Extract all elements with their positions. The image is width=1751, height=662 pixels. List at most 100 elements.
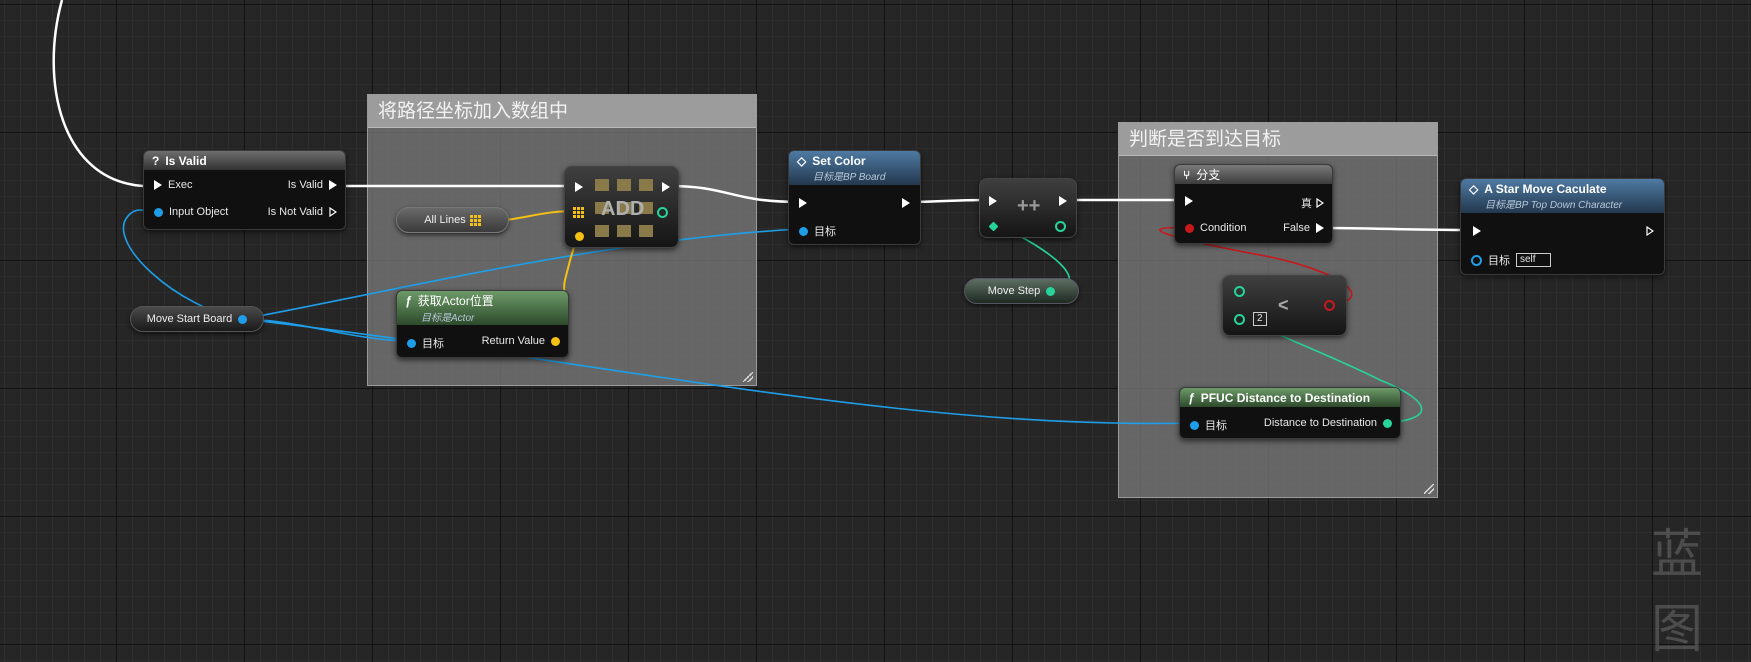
target-pin[interactable]: 目标 bbox=[799, 223, 836, 239]
node-header: ⑂ 分支 bbox=[1175, 165, 1332, 184]
increment-node[interactable]: ++ bbox=[979, 178, 1077, 238]
variable-label: All Lines bbox=[424, 214, 466, 226]
add-array-node[interactable]: ADD bbox=[564, 166, 679, 248]
resize-handle-icon[interactable] bbox=[1424, 484, 1434, 494]
pin-label: Is Valid bbox=[287, 179, 323, 191]
node-header: ƒ PFUC Distance to Destination bbox=[1180, 388, 1400, 407]
node-title: Is Valid bbox=[165, 153, 207, 168]
pin-label: 目标 bbox=[422, 338, 444, 350]
bool-pin-icon[interactable] bbox=[1185, 223, 1194, 233]
pfuc-distance-node[interactable]: ƒ PFUC Distance to Destination 目标 Distan… bbox=[1179, 387, 1401, 439]
wires-layer bbox=[52, 0, 1475, 425]
node-subtitle: 目标是BP Top Down Character bbox=[1485, 199, 1623, 211]
integer-out-pin-icon[interactable] bbox=[1055, 221, 1066, 232]
object-pin-icon[interactable] bbox=[799, 226, 808, 236]
target-pin[interactable]: 目标 self bbox=[1471, 252, 1551, 268]
node-header: ƒ 获取Actor位置 目标是Actor bbox=[397, 291, 568, 325]
pin-label: Distance to Destination bbox=[1263, 417, 1377, 429]
pin-label: 目标 bbox=[1488, 255, 1510, 267]
float-pin-icon[interactable] bbox=[1383, 418, 1392, 428]
target-pin[interactable]: 目标 bbox=[407, 335, 444, 351]
self-value-input[interactable]: self bbox=[1516, 253, 1551, 267]
object-pin-icon[interactable] bbox=[154, 207, 163, 217]
exec-out-pin-icon[interactable] bbox=[1059, 196, 1067, 206]
comment-title[interactable]: 判断是否到达目标 bbox=[1119, 123, 1437, 156]
vector-in-pin-icon[interactable] bbox=[575, 232, 584, 241]
pin-label: Input Object bbox=[169, 206, 229, 218]
is-valid-out-pin[interactable]: Is Valid bbox=[288, 179, 337, 191]
node-title: Set Color bbox=[812, 153, 866, 168]
branch-node[interactable]: ⑂ 分支 真 Condition False bbox=[1174, 164, 1333, 244]
integer-in-pin-icon[interactable] bbox=[1234, 314, 1245, 325]
array-in-pin-icon[interactable] bbox=[573, 207, 584, 218]
condition-pin[interactable]: Condition bbox=[1185, 222, 1246, 234]
all-lines-variable[interactable]: All Lines bbox=[396, 207, 509, 233]
integer-in-pin-icon[interactable] bbox=[988, 221, 999, 232]
exec-in-pin-icon[interactable] bbox=[575, 182, 583, 192]
exec-hollow-pin-icon[interactable] bbox=[1316, 197, 1325, 209]
input-object-pin[interactable]: Input Object bbox=[154, 206, 228, 218]
set-color-node[interactable]: ◇ Set Color 目标是BP Board 目标 bbox=[788, 150, 921, 245]
node-header: ◇ A Star Move Caculate 目标是BP Top Down Ch… bbox=[1461, 179, 1664, 213]
a-star-move-node[interactable]: ◇ A Star Move Caculate 目标是BP Top Down Ch… bbox=[1460, 178, 1665, 275]
increment-label: ++ bbox=[1017, 195, 1041, 217]
exec-pin-icon[interactable] bbox=[1316, 223, 1324, 233]
pin-label: Exec bbox=[168, 179, 193, 191]
pin-label: Is Not Valid bbox=[267, 206, 323, 218]
exec-pin-icon[interactable] bbox=[329, 180, 337, 190]
exec-in-pin-icon[interactable] bbox=[1185, 196, 1193, 206]
exec-in-pin-icon[interactable] bbox=[989, 196, 997, 206]
distance-out-pin[interactable]: Distance to Destination bbox=[1264, 417, 1392, 429]
bool-out-pin-icon[interactable] bbox=[1324, 300, 1335, 311]
resize-handle-icon[interactable] bbox=[743, 372, 753, 382]
integer-pin-icon[interactable] bbox=[1046, 286, 1056, 296]
node-subtitle: 目标是BP Board bbox=[813, 171, 886, 183]
node-title: 获取Actor位置 bbox=[417, 294, 494, 308]
watermark: 蓝图 bbox=[1651, 525, 1708, 660]
move-step-variable[interactable]: Move Step bbox=[964, 278, 1079, 304]
true-out-pin[interactable]: 真 bbox=[1301, 195, 1325, 211]
exec-out-pin-icon[interactable] bbox=[902, 198, 910, 208]
object-pin-icon[interactable] bbox=[407, 338, 416, 348]
exec-in-pin-icon[interactable] bbox=[1473, 226, 1481, 236]
move-start-board-variable[interactable]: Move Start Board bbox=[130, 306, 264, 332]
literal-value-input[interactable]: 2 bbox=[1253, 312, 1267, 326]
integer-in-pin-icon[interactable] bbox=[1234, 286, 1245, 297]
node-header: ◇ Set Color 目标是BP Board bbox=[789, 151, 920, 185]
integer-out-pin-icon[interactable] bbox=[657, 207, 668, 218]
variable-label: Move Step bbox=[987, 285, 1041, 297]
node-subtitle: 目标是Actor bbox=[421, 313, 475, 324]
node-header: ? Is Valid bbox=[144, 151, 345, 170]
less-than-label: < bbox=[1278, 295, 1289, 315]
pin-label: False bbox=[1283, 222, 1310, 234]
vector-pin-icon[interactable] bbox=[551, 336, 560, 346]
object-pin-icon[interactable] bbox=[1190, 420, 1199, 430]
array-pin-icon[interactable] bbox=[469, 214, 481, 226]
exec-pin-icon[interactable] bbox=[154, 180, 162, 190]
is-valid-node[interactable]: ? Is Valid Exec Is Valid Input Object Is… bbox=[143, 150, 346, 230]
event-diamond-icon: ◇ bbox=[797, 153, 807, 168]
object-pin-icon[interactable] bbox=[1471, 254, 1482, 266]
pin-label: Condition bbox=[1200, 222, 1247, 234]
pin-label: 目标 bbox=[814, 226, 836, 238]
exec-hollow-pin-icon[interactable] bbox=[1646, 225, 1655, 237]
false-out-pin[interactable]: False bbox=[1283, 222, 1324, 234]
exec-in-pin[interactable]: Exec bbox=[154, 179, 192, 191]
pin-label: 真 bbox=[1301, 198, 1312, 210]
function-icon: ƒ bbox=[1188, 390, 1195, 405]
node-title: A Star Move Caculate bbox=[1484, 181, 1607, 196]
exec-in-pin-icon[interactable] bbox=[799, 198, 807, 208]
comment-title[interactable]: 将路径坐标加入数组中 bbox=[368, 95, 756, 128]
node-title: PFUC Distance to Destination bbox=[1200, 390, 1371, 405]
target-pin[interactable]: 目标 bbox=[1190, 417, 1227, 433]
object-pin-icon[interactable] bbox=[238, 314, 248, 324]
function-icon: ƒ bbox=[405, 293, 412, 308]
question-icon: ? bbox=[152, 153, 160, 168]
branch-icon: ⑂ bbox=[1183, 167, 1191, 182]
less-than-node[interactable]: 2 < bbox=[1222, 275, 1347, 336]
get-actor-location-node[interactable]: ƒ 获取Actor位置 目标是Actor 目标 Return Value bbox=[396, 290, 569, 358]
exec-out-pin-icon[interactable] bbox=[662, 182, 670, 192]
is-not-valid-out-pin[interactable]: Is Not Valid bbox=[267, 206, 338, 218]
return-value-pin[interactable]: Return Value bbox=[482, 335, 560, 347]
exec-hollow-pin-icon[interactable] bbox=[329, 206, 338, 218]
